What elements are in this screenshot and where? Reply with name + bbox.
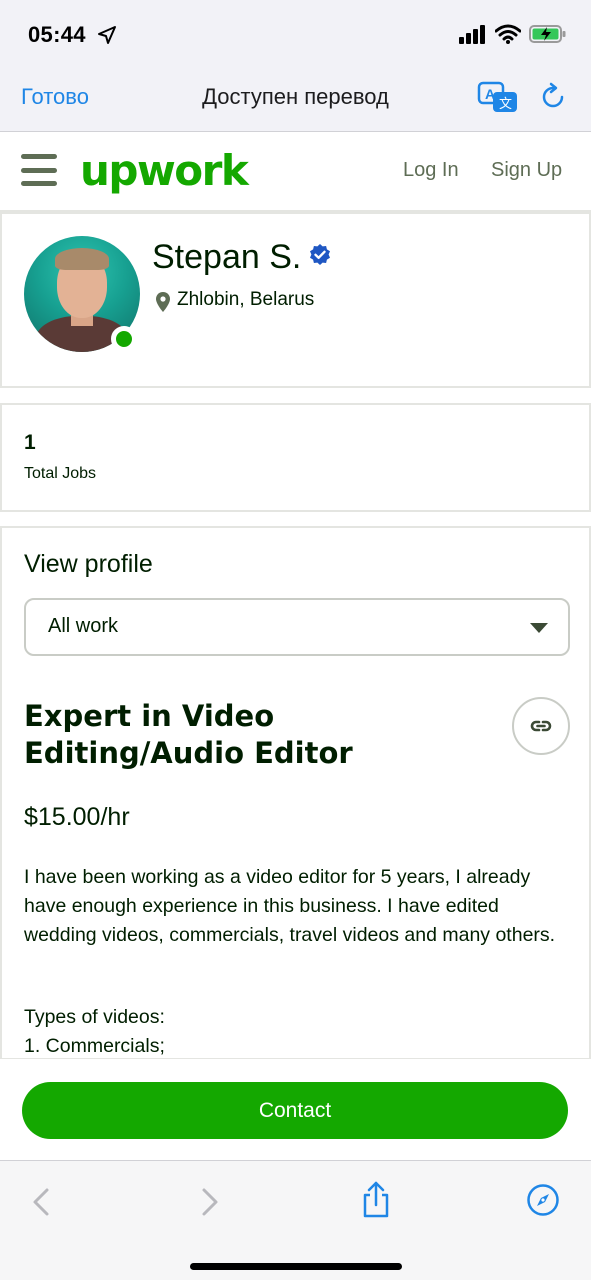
total-jobs-label: Total Jobs [24,465,97,482]
profile-title: Expert in Video Editing/Audio Editor [24,699,353,770]
wifi-icon [495,24,521,44]
hamburger-line [21,154,57,159]
battery-charging-icon [529,25,566,43]
back-icon[interactable] [30,1187,52,1217]
signal-icon [459,25,485,44]
work-filter-value: All work [48,615,119,637]
share-icon[interactable] [360,1181,392,1219]
contact-footer: Contact [0,1058,591,1160]
forward-icon[interactable] [199,1187,221,1217]
view-profile-heading: View profile [24,550,153,578]
work-filter-select[interactable]: All work [24,598,570,656]
hamburger-line [21,181,57,186]
verified-badge-icon [310,244,330,265]
avatar-hair [55,248,109,270]
done-button[interactable]: Готово [21,84,89,110]
hamburger-line [21,167,57,173]
copy-link-button[interactable] [512,697,570,755]
location-pin-icon [156,292,170,312]
profile-location: Zhlobin, Belarus [177,289,315,310]
profile-name: Stepan S. [152,238,302,276]
login-link[interactable]: Log In [403,159,459,182]
profile-card: Stepan S. Zhlobin, Belarus [0,212,591,388]
contact-button[interactable]: Contact [22,1082,568,1139]
home-indicator[interactable] [190,1263,402,1270]
types-item: 1. Commercials; [24,1035,165,1057]
total-jobs-value: 1 [24,431,36,454]
signup-link[interactable]: Sign Up [491,159,562,182]
reload-icon[interactable] [538,82,568,112]
status-icons [459,24,567,44]
site-header: upwork Log In Sign Up [0,132,591,212]
upwork-logo[interactable]: upwork [80,146,249,195]
profile-description: I have been working as a video editor fo… [24,866,556,946]
stats-card: 1 Total Jobs [0,403,591,512]
status-bar: 05:44 [0,0,591,66]
types-label: Types of videos: [24,1006,165,1028]
compass-icon[interactable] [526,1183,560,1217]
safari-toolbar [0,1160,591,1280]
status-time: 05:44 [28,22,86,47]
online-status-indicator [111,326,137,352]
hamburger-menu-icon[interactable] [21,154,57,186]
safari-translate-bar: Готово Доступен перевод A 文 [0,66,591,132]
translate-icon[interactable]: A 文 [477,80,519,114]
hourly-rate: $15.00/hr [24,803,130,831]
caret-down-icon [530,623,548,633]
svg-text:文: 文 [499,97,512,112]
location-arrow-icon [98,26,116,44]
link-icon [530,720,552,732]
